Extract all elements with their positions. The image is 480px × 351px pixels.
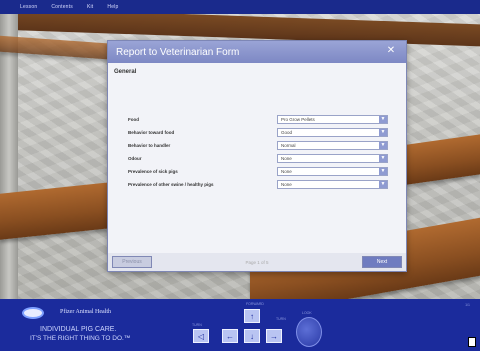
dialog-body: General Food Pro Grow Pellets ▼ Behavior…	[108, 63, 406, 253]
field-row-odour: Odour None ▼	[128, 153, 388, 163]
next-button[interactable]: Next	[362, 256, 402, 268]
chevron-down-icon[interactable]: ▼	[379, 141, 387, 149]
select-value: None	[281, 155, 292, 161]
sick-pigs-select[interactable]: None ▼	[277, 166, 388, 176]
field-label: Behavior to handler	[128, 142, 171, 148]
left-pillar	[0, 14, 18, 299]
arrow-left-icon[interactable]: ←	[222, 329, 238, 343]
simulation-scene: Lesson Contents Kit Help Report to Veter…	[0, 0, 480, 351]
field-label: Odour	[128, 155, 142, 161]
dial-label: LOOK	[302, 311, 312, 315]
arrow-down-icon[interactable]: ↓	[244, 329, 260, 343]
menu-help[interactable]: Help	[107, 4, 118, 10]
arrow-right-icon[interactable]: →	[266, 329, 282, 343]
menu-kit[interactable]: Kit	[87, 4, 93, 10]
field-label: Prevalence of sick pigs	[128, 168, 178, 174]
odour-select[interactable]: None ▼	[277, 153, 388, 163]
nav-label-turn-right: TURN	[276, 317, 286, 321]
dialog-footer: Previous Page 1 of 5 Next	[108, 253, 406, 271]
dialog-titlebar[interactable]: Report to Veterinarian Form ✕	[108, 41, 406, 63]
field-row-food: Food Pro Grow Pellets ▼	[128, 114, 388, 124]
field-row-sick-pigs: Prevalence of sick pigs None ▼	[128, 166, 388, 176]
select-value: Pro Grow Pellets	[281, 116, 315, 122]
vet-report-dialog: Report to Veterinarian Form ✕ General Fo…	[107, 40, 407, 272]
pfizer-logo	[22, 307, 44, 319]
corner-tag: 1/1	[465, 303, 470, 307]
field-row-behavior-food: Behavior toward food Good ▼	[128, 127, 388, 137]
behavior-food-select[interactable]: Good ▼	[277, 127, 388, 137]
chevron-down-icon[interactable]: ▼	[379, 167, 387, 175]
section-title: General	[114, 69, 137, 75]
chevron-down-icon[interactable]: ▼	[379, 180, 387, 188]
look-dial[interactable]	[296, 317, 322, 347]
step-left-icon[interactable]: ◁	[193, 329, 209, 343]
field-label: Behavior toward food	[128, 129, 175, 135]
nav-label-forward: FORWARD	[246, 302, 264, 306]
select-value: None	[281, 181, 292, 187]
food-select[interactable]: Pro Grow Pellets ▼	[277, 114, 388, 124]
window-icon[interactable]	[468, 337, 476, 347]
page-indicator: Page 1 of 5	[245, 259, 269, 265]
chevron-down-icon[interactable]: ▼	[379, 128, 387, 136]
slogan-line-2: IT'S THE RIGHT THING TO DO.™	[30, 335, 131, 342]
nav-label-turn-left: TURN	[192, 323, 202, 327]
chevron-down-icon[interactable]: ▼	[379, 115, 387, 123]
close-icon[interactable]: ✕	[386, 46, 396, 56]
field-row-healthy-pigs: Prevalence of other swine / healthy pigs…	[128, 179, 388, 189]
menu-contents[interactable]: Contents	[51, 4, 73, 10]
menu-lesson[interactable]: Lesson	[20, 4, 37, 10]
previous-button[interactable]: Previous	[112, 256, 152, 268]
slogan-line-1: INDIVIDUAL PIG CARE.	[40, 326, 117, 333]
arrow-up-icon[interactable]: ↑	[244, 309, 260, 323]
field-label: Prevalence of other swine / healthy pigs	[128, 181, 214, 187]
healthy-pigs-select[interactable]: None ▼	[277, 179, 388, 189]
dialog-title: Report to Veterinarian Form	[116, 46, 240, 58]
select-value: None	[281, 168, 292, 174]
menu-bar: Lesson Contents Kit Help	[0, 0, 480, 14]
select-value: Normal	[281, 142, 296, 148]
select-value: Good	[281, 129, 293, 135]
behavior-handler-select[interactable]: Normal ▼	[277, 140, 388, 150]
field-row-behavior-handler: Behavior to handler Normal ▼	[128, 140, 388, 150]
chevron-down-icon[interactable]: ▼	[379, 154, 387, 162]
brand-name: Pfizer Animal Health	[60, 309, 111, 315]
field-label: Food	[128, 116, 139, 122]
control-panel: Pfizer Animal Health INDIVIDUAL PIG CARE…	[0, 299, 480, 351]
